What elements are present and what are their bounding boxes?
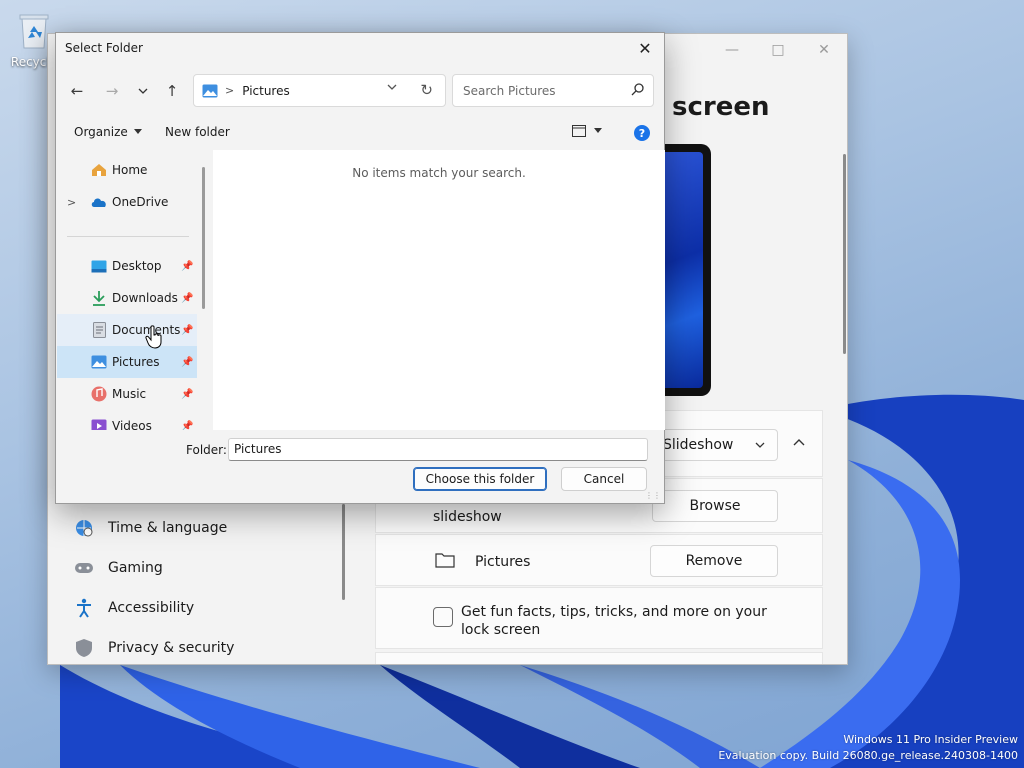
pictures-icon — [202, 84, 218, 97]
chevron-down-icon — [594, 128, 602, 133]
close-icon[interactable]: ✕ — [801, 34, 847, 66]
pin-icon: 📌 — [181, 420, 194, 431]
new-folder-button[interactable]: New folder — [165, 125, 230, 139]
accessibility-icon — [74, 598, 94, 618]
slideshow-dropdown[interactable]: Slideshow — [652, 429, 778, 461]
chevron-down-icon — [133, 129, 142, 134]
nav-label: Gaming — [108, 560, 163, 576]
maximize-icon[interactable]: □ — [755, 34, 801, 66]
settings-scrollbar[interactable] — [843, 154, 846, 354]
pin-icon: 📌 — [181, 324, 194, 336]
globe-clock-icon — [74, 518, 94, 538]
lock-screen-preview — [663, 144, 711, 396]
select-folder-dialog: Select Folder ✕ ← → ↑ > Pictures ↻ Organ… — [55, 32, 665, 504]
pin-icon: 📌 — [181, 356, 194, 368]
next-card — [375, 652, 823, 664]
download-icon — [90, 290, 108, 306]
dialog-title: Select Folder — [65, 41, 143, 55]
pin-icon: 📌 — [181, 260, 194, 272]
tree-item-pictures[interactable]: Pictures 📌 — [57, 346, 197, 378]
navigation-pane: Home > OneDrive Desktop 📌 Downloads 📌 Do… — [57, 150, 212, 430]
minimize-icon[interactable]: — — [709, 34, 755, 66]
folder-icon — [435, 553, 455, 568]
tree-item-home[interactable]: Home — [57, 154, 197, 186]
tree-item-music[interactable]: Music 📌 — [57, 378, 197, 410]
folder-label: Folder: — [186, 443, 227, 457]
tree-item-documents[interactable]: Documents 📌 — [57, 314, 197, 346]
recycle-bin-icon — [19, 14, 49, 49]
empty-message: No items match your search. — [352, 166, 526, 180]
tree-item-onedrive[interactable]: > OneDrive — [57, 186, 197, 218]
hand-cursor-icon — [145, 325, 162, 349]
chevron-down-icon[interactable] — [387, 83, 397, 91]
breadcrumb-location[interactable]: Pictures — [242, 84, 290, 98]
breadcrumb-separator-icon: > — [225, 84, 235, 97]
cancel-button[interactable]: Cancel — [561, 467, 647, 491]
refresh-icon[interactable]: ↻ — [420, 81, 433, 99]
gamepad-icon — [74, 558, 94, 578]
chevron-down-icon — [755, 442, 765, 448]
nav-item-time-language[interactable]: Time & language — [74, 512, 227, 544]
change-view-button[interactable] — [572, 125, 602, 137]
up-arrow-icon[interactable]: ↑ — [160, 79, 184, 103]
nav-label: Accessibility — [108, 600, 195, 616]
file-list-area[interactable]: No items match your search. — [213, 150, 665, 430]
document-icon — [90, 322, 108, 338]
expand-chevron-icon[interactable]: > — [67, 196, 76, 209]
nav-item-accessibility[interactable]: Accessibility — [74, 592, 194, 624]
collapse-chevron-up-icon[interactable] — [793, 438, 805, 448]
help-icon[interactable]: ? — [634, 125, 650, 141]
search-box[interactable] — [452, 74, 654, 107]
navigation-pane-scrollbar[interactable] — [202, 167, 205, 309]
remove-button[interactable]: Remove — [650, 545, 778, 577]
nav-item-privacy-security[interactable]: Privacy & security — [74, 632, 234, 664]
address-bar[interactable]: > Pictures ↻ — [193, 74, 446, 107]
resize-grip-icon[interactable]: ⋮⋮ — [645, 491, 661, 500]
organize-button[interactable]: Organize — [74, 125, 142, 139]
nav-label: Privacy & security — [108, 640, 235, 656]
watermark-line-1: Windows 11 Pro Insider Preview — [843, 733, 1018, 746]
fun-facts-checkbox[interactable] — [433, 607, 453, 627]
tree-item-downloads[interactable]: Downloads 📌 — [57, 282, 197, 314]
nav-label: Time & language — [108, 520, 228, 536]
close-icon[interactable]: ✕ — [634, 37, 656, 59]
nav-item-gaming[interactable]: Gaming — [74, 552, 163, 584]
music-icon — [90, 386, 108, 402]
recent-locations-chevron-icon[interactable] — [131, 79, 155, 103]
desktop-icon — [90, 258, 108, 274]
slideshow-caption: slideshow — [433, 509, 502, 525]
choose-folder-button[interactable]: Choose this folder — [413, 467, 547, 491]
build-watermark: Windows 11 Pro Insider Preview Evaluatio… — [718, 732, 1018, 764]
back-arrow-icon[interactable]: ← — [65, 79, 89, 103]
pictures-icon — [90, 354, 108, 370]
pin-icon: 📌 — [181, 388, 194, 400]
settings-caption-buttons: — □ ✕ — [709, 34, 847, 66]
tree-item-desktop[interactable]: Desktop 📌 — [57, 250, 197, 282]
fun-facts-label: Get fun facts, tips, tricks, and more on… — [461, 604, 767, 638]
page-title: screen — [672, 92, 770, 122]
tree-item-videos[interactable]: Videos 📌 — [57, 410, 197, 430]
forward-arrow-icon[interactable]: → — [100, 79, 124, 103]
folder-field[interactable]: Pictures — [228, 438, 648, 461]
album-folder-name: Pictures — [475, 554, 531, 570]
search-icon[interactable] — [631, 82, 645, 96]
tree-divider — [67, 236, 189, 237]
nav-scrollbar[interactable] — [342, 504, 345, 600]
shield-icon — [74, 638, 94, 658]
browse-button[interactable]: Browse — [652, 490, 778, 522]
pin-icon: 📌 — [181, 292, 194, 304]
view-pane-icon — [572, 125, 586, 137]
watermark-line-2: Evaluation copy. Build 26080.ge_release.… — [718, 749, 1018, 762]
cloud-icon — [90, 194, 108, 210]
home-icon — [90, 162, 108, 178]
search-input[interactable] — [461, 82, 621, 99]
video-icon — [90, 418, 108, 430]
